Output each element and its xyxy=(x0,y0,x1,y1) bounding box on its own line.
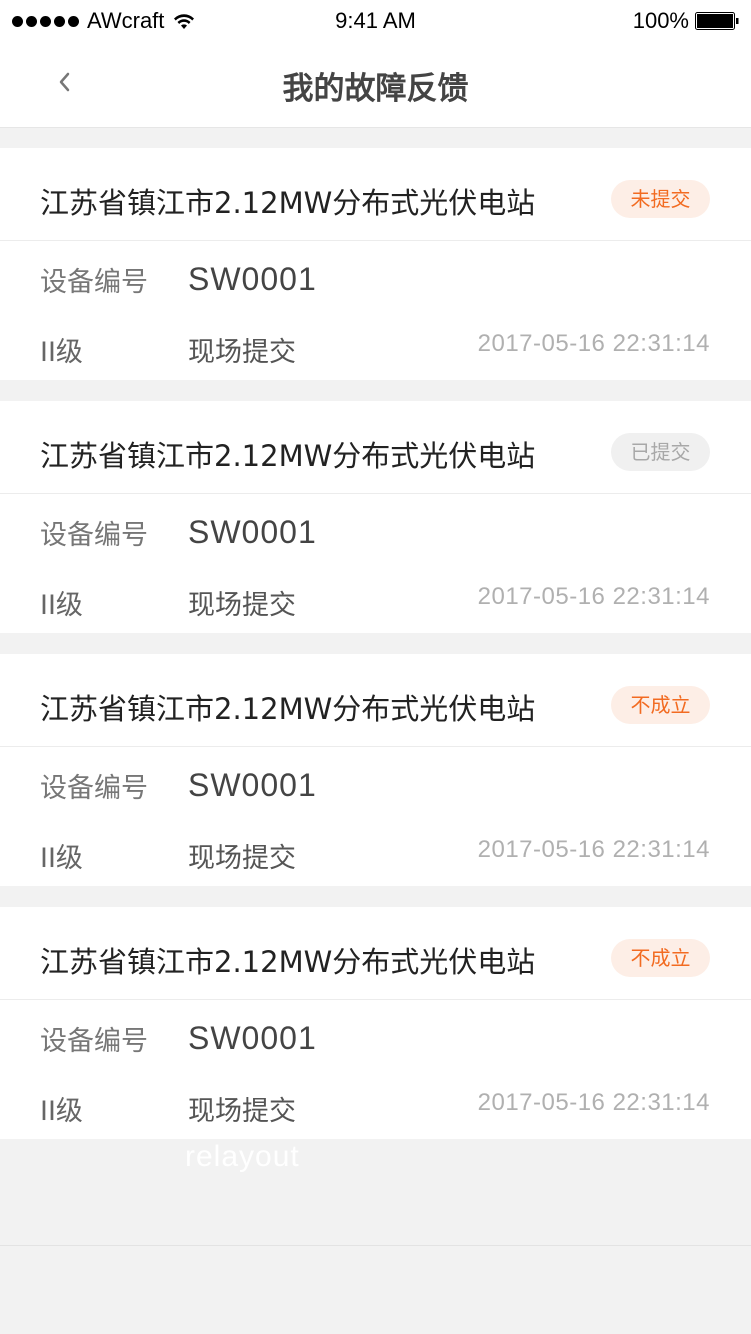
device-row: 设备编号 SW0001 xyxy=(40,766,317,805)
fault-level: II级 xyxy=(40,590,83,621)
card-header: 江苏省镇江市2.12MW分布式光伏电站 不成立 xyxy=(0,654,751,747)
device-code: SW0001 xyxy=(188,767,317,803)
fault-level: II级 xyxy=(40,1096,83,1127)
page-title: 我的故障反馈 xyxy=(282,71,469,107)
device-row: 设备编号 SW0001 xyxy=(40,1019,317,1058)
navigation-bar: 我的故障反馈 xyxy=(0,40,751,128)
status-right: 100% xyxy=(633,8,739,34)
battery-percent: 100% xyxy=(632,8,689,33)
meta-row: II级 现场提交 2017-05-16 22:31:14 xyxy=(40,1089,710,1127)
station-title: 江苏省镇江市2.12MW分布式光伏电站 xyxy=(40,692,536,726)
status-badge: 已提交 xyxy=(611,433,710,471)
device-number-label: 设备编号 xyxy=(40,267,148,298)
device-number-label: 设备编号 xyxy=(40,1026,148,1057)
divider xyxy=(0,1245,751,1246)
station-title: 江苏省镇江市2.12MW分布式光伏电站 xyxy=(40,945,536,979)
station-title: 江苏省镇江市2.12MW分布式光伏电站 xyxy=(40,186,536,220)
timestamp: 2017-05-16 22:31:14 xyxy=(477,330,710,357)
device-row: 设备编号 SW0001 xyxy=(40,260,317,299)
submit-source: 现场提交 xyxy=(188,1096,296,1127)
submit-source: 现场提交 xyxy=(188,843,296,874)
fault-card[interactable]: 江苏省镇江市2.12MW分布式光伏电站 不成立 设备编号 SW0001 II级 … xyxy=(0,654,751,886)
meta-row: II级 现场提交 2017-05-16 22:31:14 xyxy=(40,836,710,874)
watermark-text: relayout xyxy=(185,1140,300,1173)
device-code: SW0001 xyxy=(188,1020,317,1056)
submit-source: 现场提交 xyxy=(188,337,296,368)
timestamp: 2017-05-16 22:31:14 xyxy=(477,583,710,610)
battery-icon xyxy=(695,12,739,30)
device-row: 设备编号 SW0001 xyxy=(40,513,317,552)
fault-card[interactable]: 江苏省镇江市2.12MW分布式光伏电站 不成立 设备编号 SW0001 II级 … xyxy=(0,907,751,1139)
device-code: SW0001 xyxy=(188,261,317,297)
station-title: 江苏省镇江市2.12MW分布式光伏电站 xyxy=(40,439,536,473)
fault-card[interactable]: 江苏省镇江市2.12MW分布式光伏电站 已提交 设备编号 SW0001 II级 … xyxy=(0,401,751,633)
device-code: SW0001 xyxy=(188,514,317,550)
status-badge: 未提交 xyxy=(611,180,710,218)
meta-row: II级 现场提交 2017-05-16 22:31:14 xyxy=(40,583,710,621)
fault-card[interactable]: 江苏省镇江市2.12MW分布式光伏电站 未提交 设备编号 SW0001 II级 … xyxy=(0,148,751,380)
device-number-label: 设备编号 xyxy=(40,773,148,804)
timestamp: 2017-05-16 22:31:14 xyxy=(477,836,710,863)
fault-feedback-list: 江苏省镇江市2.12MW分布式光伏电站 未提交 设备编号 SW0001 II级 … xyxy=(0,148,751,1160)
fault-level: II级 xyxy=(40,337,83,368)
card-header: 江苏省镇江市2.12MW分布式光伏电站 未提交 xyxy=(0,148,751,241)
fault-level: II级 xyxy=(40,843,83,874)
device-number-label: 设备编号 xyxy=(40,520,148,551)
submit-source: 现场提交 xyxy=(188,590,296,621)
timestamp: 2017-05-16 22:31:14 xyxy=(477,1089,710,1116)
meta-row: II级 现场提交 2017-05-16 22:31:14 xyxy=(40,330,710,368)
card-header: 江苏省镇江市2.12MW分布式光伏电站 已提交 xyxy=(0,401,751,494)
card-header: 江苏省镇江市2.12MW分布式光伏电站 不成立 xyxy=(0,907,751,1000)
status-bar: AWcraft 9:41 AM 100% xyxy=(0,0,751,40)
status-badge: 不成立 xyxy=(611,939,710,977)
status-badge: 不成立 xyxy=(611,686,710,724)
